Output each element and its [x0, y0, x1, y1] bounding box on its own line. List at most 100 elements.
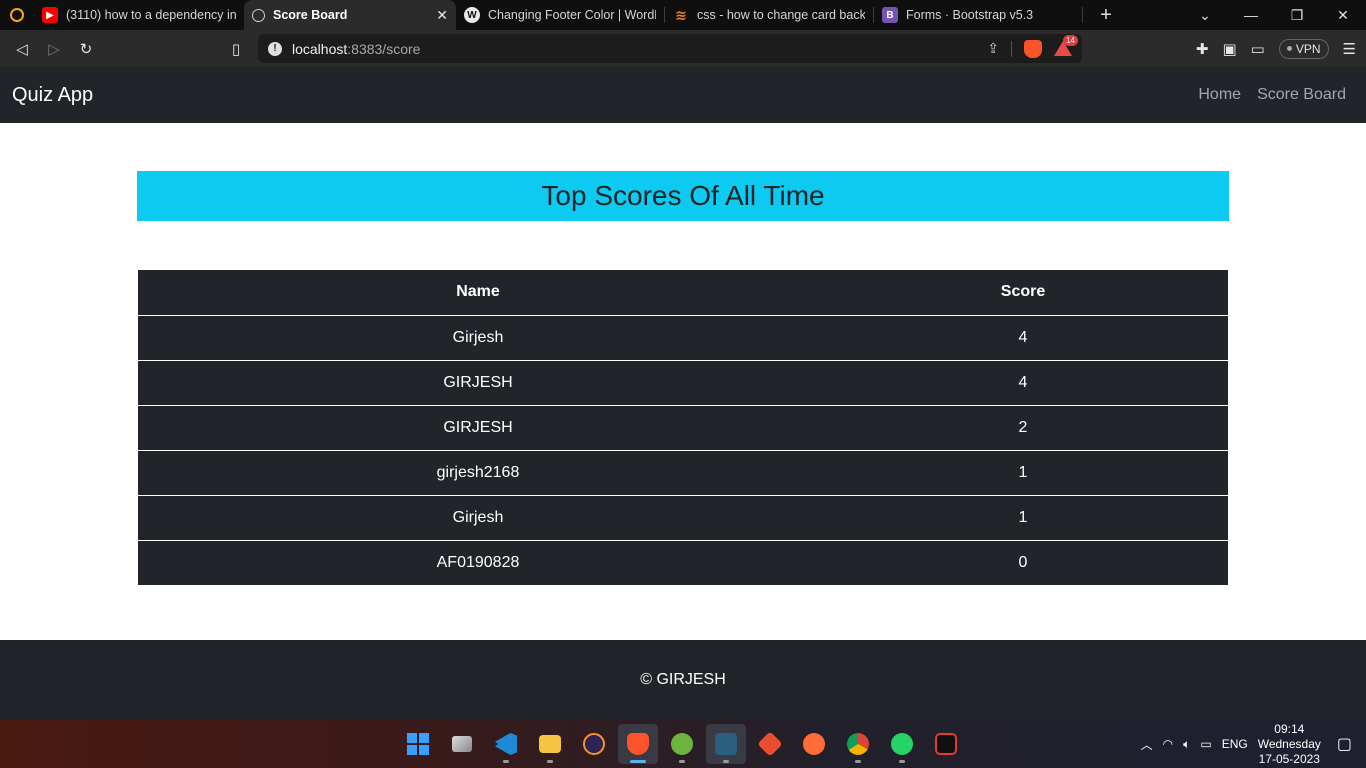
cell-name: Girjesh [138, 315, 818, 361]
table-row: GIRJESH 4 [138, 360, 1228, 406]
search-icon [10, 8, 24, 22]
tab-score-board[interactable]: Score Board ✕ [244, 0, 456, 30]
close-icon[interactable]: ✕ [436, 7, 448, 24]
cell-name: AF0190828 [436, 553, 520, 571]
navbar-brand[interactable]: Quiz App [12, 84, 93, 107]
clock-day: Wednesday [1257, 736, 1321, 751]
window-controls: ⌄ — ❐ ✕ [1182, 0, 1366, 30]
new-tab-button[interactable]: + [1083, 0, 1129, 30]
browser-toolbar: ◁ ▷ ↻ ▯ ! localhost:8383/score ⇪ 14 ✚ ▣ … [0, 30, 1366, 67]
clock-time: 09:14 [1274, 721, 1305, 736]
bootstrap-icon: B [882, 7, 898, 23]
vpn-label: VPN [1295, 41, 1321, 56]
postman-icon[interactable] [794, 724, 834, 764]
bookmark-icon[interactable]: ▯ [220, 34, 252, 64]
git-icon[interactable] [750, 724, 790, 764]
rewards-badge: 14 [1063, 34, 1078, 46]
system-clock[interactable]: 09:14 Wednesday 17-05-2023 [1258, 722, 1321, 767]
menu-icon[interactable]: ☰ [1343, 40, 1356, 58]
cell-score: 0 [1018, 553, 1028, 571]
page-footer: © GIRJESH [0, 640, 1366, 720]
tab-stackoverflow[interactable]: ≋ css - how to change card backgro [665, 0, 873, 30]
nav-links: Home Score Board [1198, 86, 1346, 104]
cell-score: 4 [818, 315, 1228, 361]
tab-title: Score Board [273, 8, 348, 22]
battery-icon[interactable]: ▭ [1200, 737, 1211, 751]
vscode-icon[interactable] [486, 724, 526, 764]
address-bar[interactable]: ! localhost:8383/score ⇪ 14 [258, 34, 1082, 63]
task-view-icon[interactable] [442, 724, 482, 764]
restore-icon[interactable]: ❐ [1274, 0, 1320, 30]
extensions-icon[interactable]: ✚ [1196, 40, 1209, 58]
info-icon[interactable]: ! [268, 41, 282, 56]
share-icon[interactable]: ⇪ [987, 40, 999, 57]
windows-taskbar: ︿ ◠ 🔈︎ ▭ ENG 09:14 Wednesday 17-05-2023 … [0, 720, 1366, 768]
cell-score: 1 [818, 450, 1228, 496]
chrome-icon[interactable] [838, 724, 878, 764]
toolbar-right: ✚ ▣ ▭ VPN ☰ [1196, 30, 1356, 67]
cell-name: GIRJESH [138, 360, 818, 406]
notifications-icon[interactable]: ▢ [1337, 734, 1352, 754]
app-navbar: Quiz App Home Score Board [0, 67, 1366, 123]
tab-title: css - how to change card backgro [697, 8, 865, 22]
wifi-icon[interactable]: ◠ [1163, 737, 1173, 751]
reload-icon[interactable]: ↻ [70, 34, 102, 64]
score-table: Name Score Girjesh 4 GIRJESH 4 GIRJESH 2… [138, 270, 1228, 585]
tab-search-icon[interactable]: ⌄ [1182, 0, 1228, 30]
column-header-name: Name [138, 270, 818, 316]
footer-text: © GIRJESH [640, 671, 726, 688]
cell-name: Girjesh [138, 495, 818, 541]
url-host: localhost [292, 40, 348, 57]
sidebar-icon[interactable]: ▣ [1222, 40, 1236, 58]
back-icon[interactable]: ◁ [6, 34, 38, 64]
forward-icon[interactable]: ▷ [38, 34, 70, 64]
table-header-row: Name Score [138, 270, 1228, 316]
url-path: :8383/score [347, 40, 421, 57]
nav-link-home[interactable]: Home [1198, 86, 1241, 104]
vpn-status-dot [1286, 46, 1292, 51]
spring-tools-icon[interactable] [662, 724, 702, 764]
cell-score: 2 [818, 405, 1228, 451]
brave-shields-icon[interactable] [1024, 39, 1042, 58]
taskbar-apps [398, 720, 966, 768]
globe-icon [252, 8, 265, 22]
whatsapp-icon[interactable] [882, 724, 922, 764]
scores-banner: Top Scores Of All Time [137, 171, 1229, 221]
brave-icon[interactable] [618, 724, 658, 764]
windows-start-icon[interactable] [398, 724, 438, 764]
cell-score: 1 [818, 495, 1228, 541]
cell-score: 4 [818, 360, 1228, 406]
address-bar-icons: ⇪ 14 [987, 34, 1082, 58]
mysql-workbench-icon[interactable] [706, 724, 746, 764]
tab-wordpress[interactable]: W Changing Footer Color | WordPre [456, 0, 664, 30]
cell-name: GIRJESH [138, 405, 818, 451]
cell-name: girjesh2168 [138, 450, 818, 496]
table-row: GIRJESH 2 [138, 405, 1228, 451]
table-row: girjesh2168 1 [138, 450, 1228, 496]
nav-link-score-board[interactable]: Score Board [1257, 86, 1346, 104]
brave-search-tab-icon[interactable] [0, 0, 34, 30]
column-header-score: Score [818, 270, 1228, 316]
tab-title: Changing Footer Color | WordPre [488, 8, 656, 22]
volume-icon[interactable]: 🔈︎ [1183, 737, 1190, 752]
system-tray: ︿ ◠ 🔈︎ ▭ ENG 09:14 Wednesday 17-05-2023 … [1141, 720, 1366, 768]
minimize-icon[interactable]: — [1228, 0, 1274, 30]
tab-title: Forms · Bootstrap v5.3 [906, 8, 1034, 22]
language-indicator[interactable]: ENG [1222, 737, 1248, 751]
screen-recorder-icon[interactable] [926, 724, 966, 764]
wallet-icon[interactable]: ▭ [1251, 40, 1265, 58]
wordpress-icon: W [464, 7, 480, 23]
vpn-button[interactable]: VPN [1278, 38, 1329, 59]
page-title: Top Scores Of All Time [541, 180, 825, 211]
tab-bootstrap[interactable]: B Forms · Bootstrap v5.3 [874, 0, 1082, 30]
divider [1011, 40, 1012, 57]
close-window-icon[interactable]: ✕ [1320, 0, 1366, 30]
table-row: AF0190828 0 [138, 540, 1228, 585]
file-explorer-icon[interactable] [530, 724, 570, 764]
eclipse-icon[interactable] [574, 724, 614, 764]
browser-tab-bar: ▶ (3110) how to a dependency in sp Score… [0, 0, 1366, 30]
table-row: Girjesh 4 [138, 315, 1228, 361]
tab-youtube[interactable]: ▶ (3110) how to a dependency in sp [34, 0, 244, 30]
chevron-up-icon[interactable]: ︿ [1141, 736, 1153, 753]
brave-rewards-icon[interactable]: 14 [1054, 34, 1078, 57]
